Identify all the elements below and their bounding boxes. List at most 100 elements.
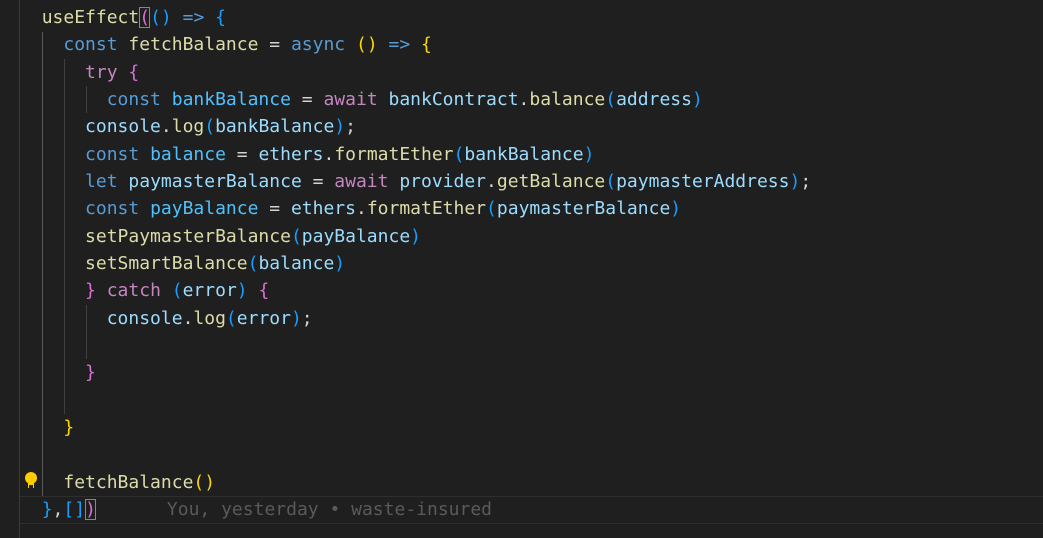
code-token: bankContract (388, 88, 519, 110)
code-token: . (182, 307, 194, 329)
code-token: ( (204, 116, 216, 138)
code-token: ( (605, 170, 617, 192)
code-token: ( (225, 307, 237, 329)
code-token: } (85, 362, 96, 384)
code-token: await (323, 88, 389, 110)
code-token: () (150, 7, 172, 28)
code-token: balance (150, 143, 226, 165)
code-token: . (160, 116, 172, 138)
code-line[interactable]: setPaymasterBalance(payBalance) (20, 223, 421, 250)
code-token: paymasterAddress (616, 170, 790, 192)
code-token: . (323, 143, 335, 165)
code-token: () (355, 34, 378, 56)
code-token: ; (345, 116, 356, 138)
code-line[interactable]: } catch (error) { (20, 277, 269, 304)
code-token: console (85, 116, 161, 138)
code-line[interactable]: } (20, 414, 74, 441)
code-token: = (290, 88, 324, 110)
code-editor[interactable]: useEffect(() => { const fetchBalance = a… (0, 0, 1043, 538)
code-token: console (106, 307, 183, 329)
code-token: const (85, 198, 151, 220)
code-token: ( (605, 88, 617, 110)
code-token: balance (529, 88, 606, 110)
code-token: paymasterBalance (496, 198, 671, 220)
code-token: ; (800, 170, 812, 192)
code-token: let (85, 170, 129, 192)
code-token: ) (583, 143, 595, 165)
code-token: ) (691, 88, 703, 110)
code-token: => (377, 34, 422, 56)
code-token: useEffect (41, 7, 140, 28)
code-token: ( (247, 252, 259, 274)
code-token: payBalance (301, 225, 411, 247)
code-token: . (518, 88, 530, 110)
code-token: } (85, 280, 107, 302)
code-line[interactable]: const fetchBalance = async () => { (20, 31, 432, 58)
code-token: = (258, 34, 291, 56)
code-token: bankBalance (464, 143, 584, 165)
code-token: ethers (290, 198, 356, 220)
code-token: error (182, 280, 237, 302)
code-line[interactable]: fetchBalance() (20, 469, 215, 496)
code-token: log (193, 307, 226, 329)
code-token: ( (139, 7, 151, 28)
code-token: bankBalance (171, 88, 291, 110)
code-line[interactable]: useEffect(() => { (20, 4, 226, 31)
git-blame-annotation: You, yesterday • waste-insured (166, 498, 493, 520)
code-token: paymasterBalance (128, 170, 302, 192)
code-token: setSmartBalance (85, 252, 248, 274)
lightbulb-icon[interactable] (24, 471, 38, 491)
code-token: ( (171, 280, 183, 302)
code-token: { (258, 280, 270, 302)
code-token: error (236, 307, 291, 329)
code-token: ; (301, 307, 313, 329)
code-token: formatEther (366, 198, 487, 220)
code-token: try (85, 61, 129, 83)
code-line[interactable]: },[]) You, yesterday • waste-insured (20, 496, 492, 523)
code-token: bankBalance (215, 116, 335, 138)
code-token: { (215, 7, 226, 28)
code-token: payBalance (150, 198, 259, 220)
code-line[interactable]: const payBalance = ethers.formatEther(pa… (20, 195, 681, 222)
code-token: const (85, 143, 151, 165)
code-token: balance (258, 252, 335, 274)
code-token: ) (290, 307, 302, 329)
code-token: = (258, 198, 291, 220)
code-line[interactable]: const balance = ethers.formatEther(bankB… (20, 141, 594, 168)
code-line[interactable]: console.log(bankBalance); (20, 113, 356, 140)
code-token: const (63, 34, 129, 56)
code-line[interactable]: let paymasterBalance = await provider.ge… (20, 168, 811, 195)
code-token: fetchBalance (63, 471, 194, 493)
code-token: = (225, 143, 259, 165)
code-line[interactable]: console.log(error); (20, 305, 313, 332)
code-line[interactable]: setSmartBalance(balance) (20, 250, 345, 277)
code-token: ( (290, 225, 302, 247)
code-token: . (486, 170, 497, 192)
code-token: async (290, 34, 356, 56)
code-token: ) (85, 498, 96, 520)
code-token: ( (453, 143, 465, 165)
code-line[interactable]: try { (20, 59, 139, 86)
code-token: ) (236, 280, 259, 302)
code-token: . (355, 198, 367, 220)
code-token: ) (789, 170, 801, 192)
code-token: await (334, 170, 400, 192)
code-token: ethers (258, 143, 324, 165)
code-token: fetchBalance (128, 34, 259, 56)
code-token: setPaymasterBalance (85, 225, 291, 247)
code-line[interactable]: const bankBalance = await bankContract.b… (20, 86, 703, 113)
code-token: catch (106, 280, 172, 302)
code-token: ( (486, 198, 497, 220)
code-line[interactable]: } (20, 359, 96, 386)
